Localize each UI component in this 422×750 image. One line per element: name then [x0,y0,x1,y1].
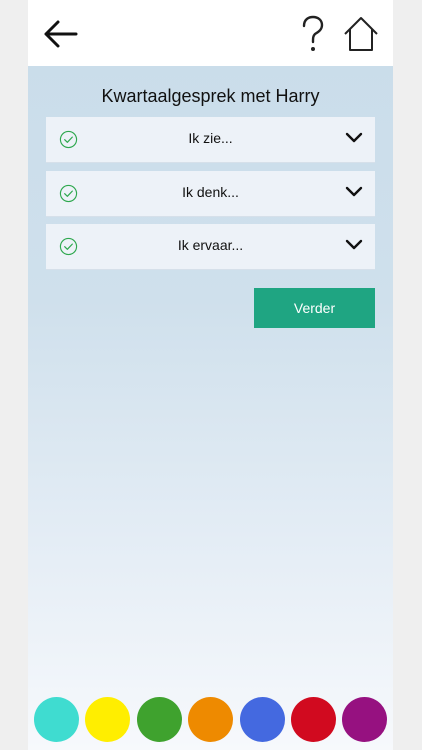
back-button[interactable] [42,14,80,54]
top-bar [28,0,393,66]
color-dot-green[interactable] [137,697,182,742]
chevron-down-icon[interactable] [345,239,363,251]
question-mark-icon [302,15,324,51]
accordion-ik-ervaar[interactable]: Ik ervaar... [46,224,375,270]
color-dot-turquoise[interactable] [34,697,79,742]
chevron-down-icon[interactable] [345,132,363,144]
home-button[interactable] [343,14,379,54]
help-button[interactable] [300,14,326,54]
color-dot-red[interactable] [291,697,336,742]
color-dot-yellow[interactable] [85,697,130,742]
check-circle-icon [59,184,78,203]
check-circle-icon [59,130,78,149]
chevron-down-icon[interactable] [345,186,363,198]
color-dot-orange[interactable] [188,697,233,742]
check-circle-icon [59,237,78,256]
arrow-left-icon [44,20,78,48]
color-palette [0,697,422,745]
app-screen: Kwartaalgesprek met Harry Ik zie... Ik d… [28,0,393,750]
accordion-label: Ik ervaar... [177,237,244,253]
next-button[interactable]: Verder [254,288,375,328]
color-dot-blue[interactable] [240,697,285,742]
home-icon [344,17,378,51]
accordion-ik-zie[interactable]: Ik zie... [46,117,375,163]
accordion-ik-denk[interactable]: Ik denk... [46,171,375,217]
accordion-label: Ik zie... [188,130,233,146]
page-title: Kwartaalgesprek met Harry [101,86,320,106]
accordion-label: Ik denk... [182,184,239,200]
color-dot-purple[interactable] [342,697,387,742]
